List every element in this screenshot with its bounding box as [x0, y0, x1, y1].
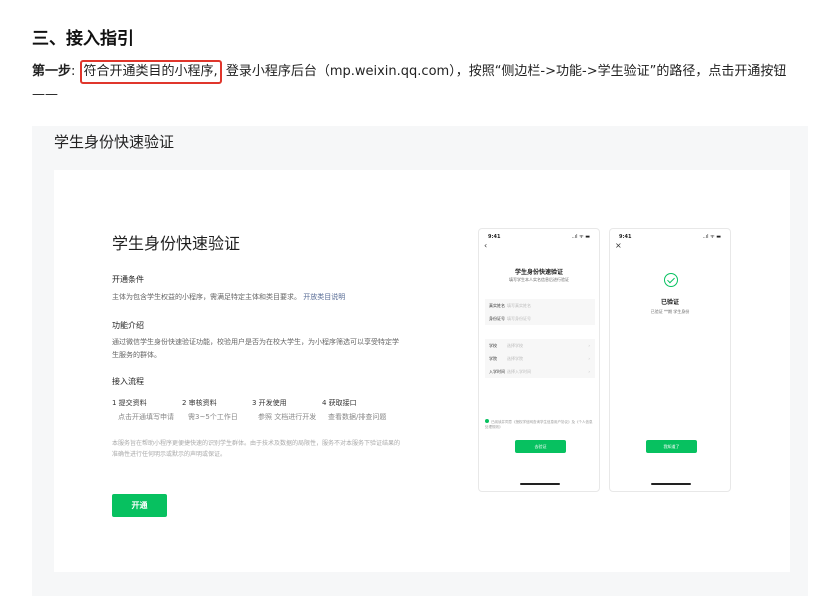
verified-title: 已验证: [660, 299, 679, 306]
conditions-title: 开通条件: [112, 275, 144, 284]
status-time: 9:41: [488, 234, 501, 240]
step-label: 第一步: [32, 64, 72, 79]
card-title: 学生身份快速验证: [112, 234, 241, 253]
status-icons: ..ıl ᯤ ▬: [702, 234, 721, 240]
form-row[interactable]: 学校 选择学校 ›: [485, 339, 595, 352]
form-row[interactable]: 身份证号 填写身份证号: [485, 312, 595, 325]
intro-text: 通过微信学生身份快速验证功能，校验用户是否为在校大学生，为小程序筛选可以享受特定…: [112, 338, 399, 359]
check-dot-icon: [485, 419, 489, 423]
status-icons: ..ıl ᯤ ▬: [571, 234, 590, 240]
step-colon: :: [71, 64, 76, 79]
form-row[interactable]: 学院 选择学院 ›: [485, 352, 595, 365]
back-icon[interactable]: ‹: [484, 241, 487, 250]
phone-mock-verified: 9:41 ..ıl ᯤ ▬ × 已验证 已验证 **期 学生身份 我知道了: [609, 228, 731, 492]
verified-subtitle: 已验证 **期 学生身份: [650, 309, 690, 314]
home-indicator: [651, 483, 691, 485]
success-check-icon: [664, 273, 678, 287]
flow-step: 4 获取接口 查看数据/排查问题: [322, 399, 387, 421]
conditions-text-line: 主体为包含学生权益的小程序，需满足特定主体和类目要求。 开放类目说明: [112, 291, 412, 304]
home-indicator: [520, 483, 560, 485]
conditions-text: 主体为包含学生权益的小程序，需满足特定主体和类目要求。: [112, 293, 301, 301]
agreement-checkbox[interactable]: 已阅读并同意《授权学信网查询学生信息用户协议》及《个人信息处理规则》: [485, 419, 595, 430]
flow-step: 1 提交资料 点击开通填写申请: [112, 399, 174, 421]
form-row[interactable]: 真实姓名 填写真实姓名: [485, 299, 595, 312]
intro-title: 功能介绍: [112, 321, 144, 330]
highlighted-requirement: 符合开通类目的小程序,: [79, 60, 222, 84]
flow-step: 2 审核资料 需3~5个工作日: [182, 399, 238, 421]
school-form: 学校 选择学校 › 学院 选择学院 › 入学时间 选择入学时间 ›: [485, 339, 595, 378]
flow-step: 3 开发使用 参照 文档进行开发: [252, 399, 317, 421]
step-one-paragraph: 第一步: 符合开通类目的小程序, 登录小程序后台（mp.weixin.qq.co…: [32, 60, 807, 106]
got-it-button[interactable]: 我知道了: [646, 440, 697, 453]
category-link[interactable]: 开放类目说明: [303, 293, 345, 301]
status-time: 9:41: [619, 234, 632, 240]
phone-subtitle: 填写学生本人实名信息后进行验证: [509, 277, 569, 282]
verify-button[interactable]: 去验证: [515, 440, 566, 453]
form-row[interactable]: 入学时间 选择入学时间 ›: [485, 365, 595, 378]
section-heading: 三、接入指引: [32, 29, 134, 49]
disclaimer-note: 本服务旨在帮助小程序更便捷快速的识别学生群体。由于技术及数据的局限性，服务不对本…: [112, 440, 401, 458]
identity-form: 真实姓名 填写真实姓名 身份证号 填写身份证号: [485, 299, 595, 325]
close-icon[interactable]: ×: [615, 241, 622, 250]
phone-mock-verify: 9:41 ..ıl ᯤ ▬ ‹ 学生身份快速验证 填写学生本人实名信息后进行验证…: [478, 228, 600, 492]
flow-title: 接入流程: [112, 377, 144, 386]
open-button[interactable]: 开通: [112, 494, 167, 517]
panel-title: 学生身份快速验证: [54, 133, 175, 151]
phone-title: 学生身份快速验证: [514, 269, 563, 276]
feature-card: 学生身份快速验证 开通条件 主体为包含学生权益的小程序，需满足特定主体和类目要求…: [54, 170, 790, 572]
screenshot-panel: 学生身份快速验证 学生身份快速验证 开通条件 主体为包含学生权益的小程序，需满足…: [32, 126, 808, 596]
